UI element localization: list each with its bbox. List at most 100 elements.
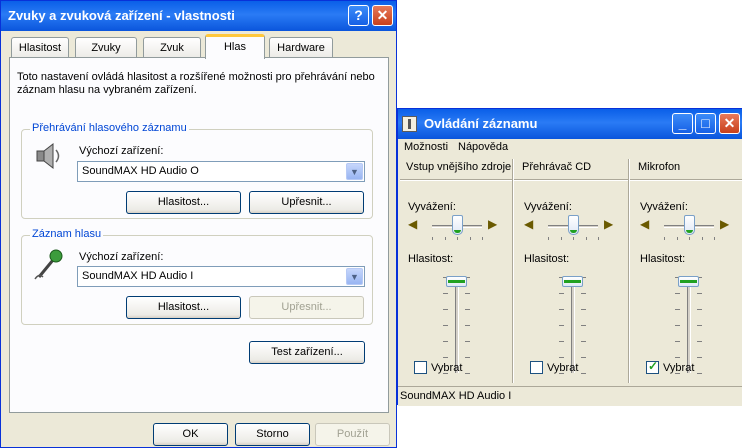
volume-label: Hlasitost: bbox=[408, 253, 454, 265]
volume-track bbox=[687, 277, 691, 373]
volume-tick bbox=[443, 325, 448, 326]
playback-device-value: SoundMAX HD Audio O bbox=[82, 165, 199, 177]
window-title: Zvuky a zvuková zařízení - vlastnosti bbox=[8, 8, 235, 23]
volume-tick bbox=[559, 341, 564, 342]
minimize-button[interactable]: _ bbox=[672, 113, 693, 134]
tab-zvuky[interactable]: Zvuky bbox=[75, 37, 137, 58]
chevron-down-icon[interactable]: ▼ bbox=[346, 268, 363, 285]
recording-control-window: Ovládání záznamu _ □ ✕ Možnosti Nápověda… bbox=[397, 108, 742, 406]
volume-tick bbox=[581, 309, 586, 310]
menu-options[interactable]: Možnosti bbox=[404, 141, 448, 153]
volume-tick bbox=[675, 325, 680, 326]
volume-tick bbox=[443, 293, 448, 294]
volume-label: Hlasitost: bbox=[524, 253, 570, 265]
chevron-down-icon[interactable]: ▼ bbox=[346, 163, 363, 180]
close-button[interactable]: ✕ bbox=[719, 113, 740, 134]
recording-device-label: Výchozí zařízení: bbox=[79, 251, 164, 263]
select-label: Vybrat bbox=[431, 362, 463, 374]
balance-tick bbox=[585, 237, 587, 240]
tab-hlasitost[interactable]: Hlasitost bbox=[11, 37, 69, 58]
volume-tick bbox=[697, 309, 702, 310]
column-title: Mikrofon bbox=[638, 161, 681, 173]
playback-advanced-button[interactable]: Upřesnit... bbox=[249, 191, 364, 214]
recording-advanced-button: Upřesnit... bbox=[249, 296, 364, 319]
tab-hlas[interactable]: Hlas bbox=[205, 34, 265, 59]
tab-zvuk[interactable]: Zvuk bbox=[143, 37, 201, 58]
balance-tick bbox=[598, 237, 599, 240]
help-button[interactable]: ? bbox=[348, 5, 369, 26]
balance-slider[interactable] bbox=[684, 215, 695, 235]
column-title: Přehrávač CD bbox=[522, 161, 592, 173]
volume-tick bbox=[581, 325, 586, 326]
column-divider bbox=[628, 159, 630, 383]
balance-tick bbox=[444, 237, 446, 240]
recording-device-value: SoundMAX HD Audio I bbox=[82, 270, 194, 282]
balance-label: Vyvážení: bbox=[524, 201, 572, 213]
select-checkbox[interactable] bbox=[530, 361, 543, 374]
select-label: Vybrat bbox=[547, 362, 579, 374]
volume-tick bbox=[465, 373, 470, 374]
recording-device-select[interactable]: SoundMAX HD Audio I ▼ bbox=[77, 266, 365, 287]
volume-tick bbox=[443, 341, 448, 342]
volume-tick bbox=[465, 309, 470, 310]
speaker-right-icon: ▶ bbox=[488, 217, 498, 231]
volume-tick bbox=[559, 325, 564, 326]
mixer-app-icon bbox=[402, 116, 417, 132]
speaker-right-icon: ▶ bbox=[604, 217, 614, 231]
column-divider bbox=[512, 159, 514, 383]
recording-group-title: Záznam hlasu bbox=[30, 228, 104, 240]
volume-tick bbox=[465, 325, 470, 326]
volume-tick bbox=[675, 309, 680, 310]
balance-label: Vyvážení: bbox=[408, 201, 456, 213]
test-device-button[interactable]: Test zařízení... bbox=[249, 341, 365, 364]
volume-track bbox=[455, 277, 459, 373]
balance-tick bbox=[469, 237, 471, 240]
volume-slider[interactable] bbox=[562, 275, 583, 287]
title-bar[interactable]: Zvuky a zvuková zařízení - vlastnosti ? … bbox=[1, 1, 396, 31]
balance-tick bbox=[689, 237, 690, 240]
select-checkbox[interactable] bbox=[646, 359, 659, 374]
balance-slider[interactable] bbox=[452, 215, 463, 235]
balance-tick bbox=[573, 237, 574, 240]
volume-tick bbox=[581, 373, 586, 374]
volume-slider[interactable] bbox=[446, 275, 467, 287]
maximize-button[interactable]: □ bbox=[695, 113, 716, 134]
volume-track bbox=[571, 277, 575, 373]
title-bar[interactable]: Ovládání záznamu _ □ ✕ bbox=[398, 109, 742, 139]
menu-help[interactable]: Nápověda bbox=[458, 141, 508, 153]
volume-tick bbox=[697, 341, 702, 342]
volume-label: Hlasitost: bbox=[640, 253, 686, 265]
playback-device-select[interactable]: SoundMAX HD Audio O ▼ bbox=[77, 161, 365, 182]
column-title: Vstup vnějšího zdroje bbox=[406, 161, 512, 173]
volume-tick bbox=[697, 373, 702, 374]
cancel-button[interactable]: Storno bbox=[235, 423, 310, 446]
select-checkbox[interactable] bbox=[414, 361, 427, 374]
header-divider bbox=[400, 179, 742, 181]
volume-tick bbox=[581, 341, 586, 342]
window-title: Ovládání záznamu bbox=[424, 116, 538, 131]
volume-tick bbox=[559, 357, 564, 358]
apply-button: Použít bbox=[315, 423, 390, 446]
microphone-icon bbox=[34, 249, 63, 280]
balance-tick bbox=[457, 237, 458, 240]
speaker-left-icon: ◀ bbox=[408, 217, 418, 231]
volume-tick bbox=[465, 341, 470, 342]
tab-hardware[interactable]: Hardware bbox=[269, 37, 333, 58]
ok-button[interactable]: OK bbox=[153, 423, 228, 446]
volume-tick bbox=[443, 357, 448, 358]
menu-bar: Možnosti Nápověda bbox=[398, 139, 742, 157]
recording-volume-button[interactable]: Hlasitost... bbox=[126, 296, 241, 319]
volume-tick bbox=[675, 341, 680, 342]
balance-tick bbox=[548, 237, 549, 240]
speaker-icon bbox=[36, 142, 60, 170]
balance-slider[interactable] bbox=[568, 215, 579, 235]
close-button[interactable]: ✕ bbox=[372, 5, 393, 26]
balance-label: Vyvážení: bbox=[640, 201, 688, 213]
volume-tick bbox=[581, 357, 586, 358]
playback-volume-button[interactable]: Hlasitost... bbox=[126, 191, 241, 214]
volume-slider[interactable] bbox=[678, 275, 699, 287]
balance-tick bbox=[714, 237, 715, 240]
balance-tick bbox=[676, 237, 678, 240]
volume-tick bbox=[675, 293, 680, 294]
playback-group-title: Přehrávání hlasového záznamu bbox=[30, 122, 189, 134]
